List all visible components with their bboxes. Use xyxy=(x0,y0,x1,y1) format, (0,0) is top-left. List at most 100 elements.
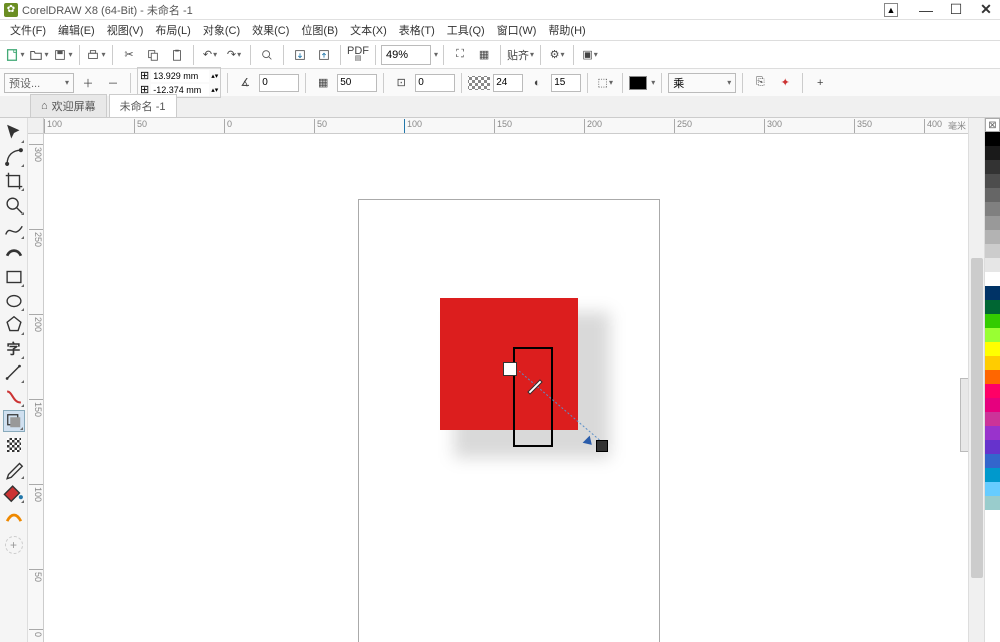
horizontal-ruler[interactable]: 100 50 0 50 100 150 200 250 300 350 400 … xyxy=(44,118,968,134)
fill-tool[interactable] xyxy=(3,482,25,504)
menu-window[interactable]: 窗口(W) xyxy=(491,20,543,40)
connector-tool[interactable] xyxy=(3,386,25,408)
menu-edit[interactable]: 编辑(E) xyxy=(52,20,101,40)
shadow-center-handle[interactable] xyxy=(528,380,542,394)
color-dropdown[interactable]: ▾ xyxy=(651,78,655,87)
blend-combo[interactable]: 乘▾ xyxy=(668,73,736,93)
color-swatch[interactable] xyxy=(985,146,1000,160)
redo-button[interactable]: ↷▾ xyxy=(223,44,245,66)
search-button[interactable] xyxy=(256,44,278,66)
import-button[interactable] xyxy=(289,44,311,66)
outline-tool[interactable] xyxy=(3,506,25,528)
launch-button[interactable]: ▣▾ xyxy=(579,44,601,66)
transparency-tool[interactable] xyxy=(3,434,25,456)
menu-layout[interactable]: 布局(L) xyxy=(149,20,196,40)
copy-button[interactable] xyxy=(142,44,164,66)
zoom-tool[interactable] xyxy=(3,194,25,216)
options-button[interactable]: ⚙▾ xyxy=(546,44,568,66)
text-tool[interactable]: 字 xyxy=(3,338,25,360)
add-tool-button[interactable]: + xyxy=(5,536,23,554)
menu-tools[interactable]: 工具(Q) xyxy=(441,20,491,40)
color-swatch[interactable] xyxy=(985,230,1000,244)
menu-bitmap[interactable]: 位图(B) xyxy=(295,20,344,40)
color-swatch[interactable] xyxy=(985,174,1000,188)
shadow-color-swatch[interactable] xyxy=(629,76,647,90)
color-swatch[interactable] xyxy=(985,216,1000,230)
color-swatch[interactable] xyxy=(985,272,1000,286)
color-swatch[interactable] xyxy=(985,370,1000,384)
polygon-tool[interactable] xyxy=(3,314,25,336)
trans1-input[interactable] xyxy=(493,74,523,92)
menu-object[interactable]: 对象(C) xyxy=(197,20,246,40)
artistic-tool[interactable] xyxy=(3,242,25,264)
color-swatch[interactable] xyxy=(985,244,1000,258)
vertical-ruler[interactable]: 300 250 200 150 100 50 0 xyxy=(28,134,44,642)
direction-button[interactable]: ⬚▾ xyxy=(594,72,616,94)
new-button[interactable]: ▾ xyxy=(4,44,26,66)
color-swatch[interactable] xyxy=(985,300,1000,314)
paste-button[interactable] xyxy=(166,44,188,66)
tab-document[interactable]: 未命名 -1 xyxy=(109,94,177,117)
tab-welcome[interactable]: ⌂欢迎屏幕 xyxy=(30,94,107,117)
preview-button[interactable]: ▦ xyxy=(473,44,495,66)
color-swatch[interactable] xyxy=(985,398,1000,412)
ellipse-tool[interactable] xyxy=(3,290,25,312)
viewport[interactable] xyxy=(44,134,968,642)
vertical-scrollbar[interactable] xyxy=(968,118,984,642)
print-button[interactable]: ▾ xyxy=(85,44,107,66)
minimize-button[interactable]: — xyxy=(916,3,936,17)
stepper-icon[interactable]: ▴▾ xyxy=(211,86,218,94)
color-swatch[interactable] xyxy=(985,286,1000,300)
no-color-button[interactable]: ⊠ xyxy=(985,118,1000,132)
color-swatch[interactable] xyxy=(985,202,1000,216)
freehand-tool[interactable] xyxy=(3,218,25,240)
preset-combo[interactable]: 预设...▾ xyxy=(4,73,74,93)
color-swatch[interactable] xyxy=(985,258,1000,272)
menu-help[interactable]: 帮助(H) xyxy=(542,20,591,40)
undo-button[interactable]: ↶▾ xyxy=(199,44,221,66)
menu-file[interactable]: 文件(F) xyxy=(4,20,52,40)
angle-input[interactable] xyxy=(259,74,299,92)
maximize-button[interactable]: ☐ xyxy=(946,3,966,17)
snap-button[interactable]: 贴齐 ▾ xyxy=(506,44,535,66)
fullscreen-button[interactable]: ⛶ xyxy=(449,44,471,66)
add-preset-button[interactable]: ＋ xyxy=(77,72,99,94)
eyedropper-tool[interactable] xyxy=(3,458,25,480)
shadow-start-handle[interactable] xyxy=(503,362,517,376)
cut-button[interactable]: ✂ xyxy=(118,44,140,66)
color-swatch[interactable] xyxy=(985,356,1000,370)
color-swatch[interactable] xyxy=(985,468,1000,482)
color-swatch[interactable] xyxy=(985,412,1000,426)
save-button[interactable]: ▾ xyxy=(52,44,74,66)
color-swatch[interactable] xyxy=(985,426,1000,440)
menu-view[interactable]: 视图(V) xyxy=(101,20,150,40)
color-swatch[interactable] xyxy=(985,160,1000,174)
pdf-button[interactable]: PDF▤ xyxy=(346,44,370,66)
crop-tool[interactable] xyxy=(3,170,25,192)
color-swatch[interactable] xyxy=(985,188,1000,202)
close-button[interactable]: ✕ xyxy=(976,3,996,17)
menu-table[interactable]: 表格(T) xyxy=(393,20,441,40)
color-swatch[interactable] xyxy=(985,496,1000,510)
color-swatch[interactable] xyxy=(985,132,1000,146)
dropshadow-tool[interactable] xyxy=(3,410,25,432)
color-swatch[interactable] xyxy=(985,440,1000,454)
zoom-dropdown[interactable]: ▾ xyxy=(434,50,438,59)
step-input[interactable] xyxy=(415,74,455,92)
stepper-icon[interactable]: ▴▾ xyxy=(211,72,218,80)
clear-shadow-button[interactable]: ✦ xyxy=(774,72,796,94)
docker-tab[interactable] xyxy=(960,378,968,452)
color-swatch[interactable] xyxy=(985,342,1000,356)
scroll-thumb[interactable] xyxy=(971,258,983,578)
rectangle-tool[interactable] xyxy=(3,266,25,288)
copy-shadow-button[interactable]: ⎘ xyxy=(749,72,771,94)
add-tool-button[interactable]: + xyxy=(809,72,831,94)
zoom-input[interactable] xyxy=(381,45,431,65)
menu-text[interactable]: 文本(X) xyxy=(344,20,393,40)
export-button[interactable] xyxy=(313,44,335,66)
open-button[interactable]: ▾ xyxy=(28,44,50,66)
remove-preset-button[interactable]: － xyxy=(102,72,124,94)
color-swatch[interactable] xyxy=(985,314,1000,328)
color-swatch[interactable] xyxy=(985,482,1000,496)
trans2-input[interactable] xyxy=(551,74,581,92)
